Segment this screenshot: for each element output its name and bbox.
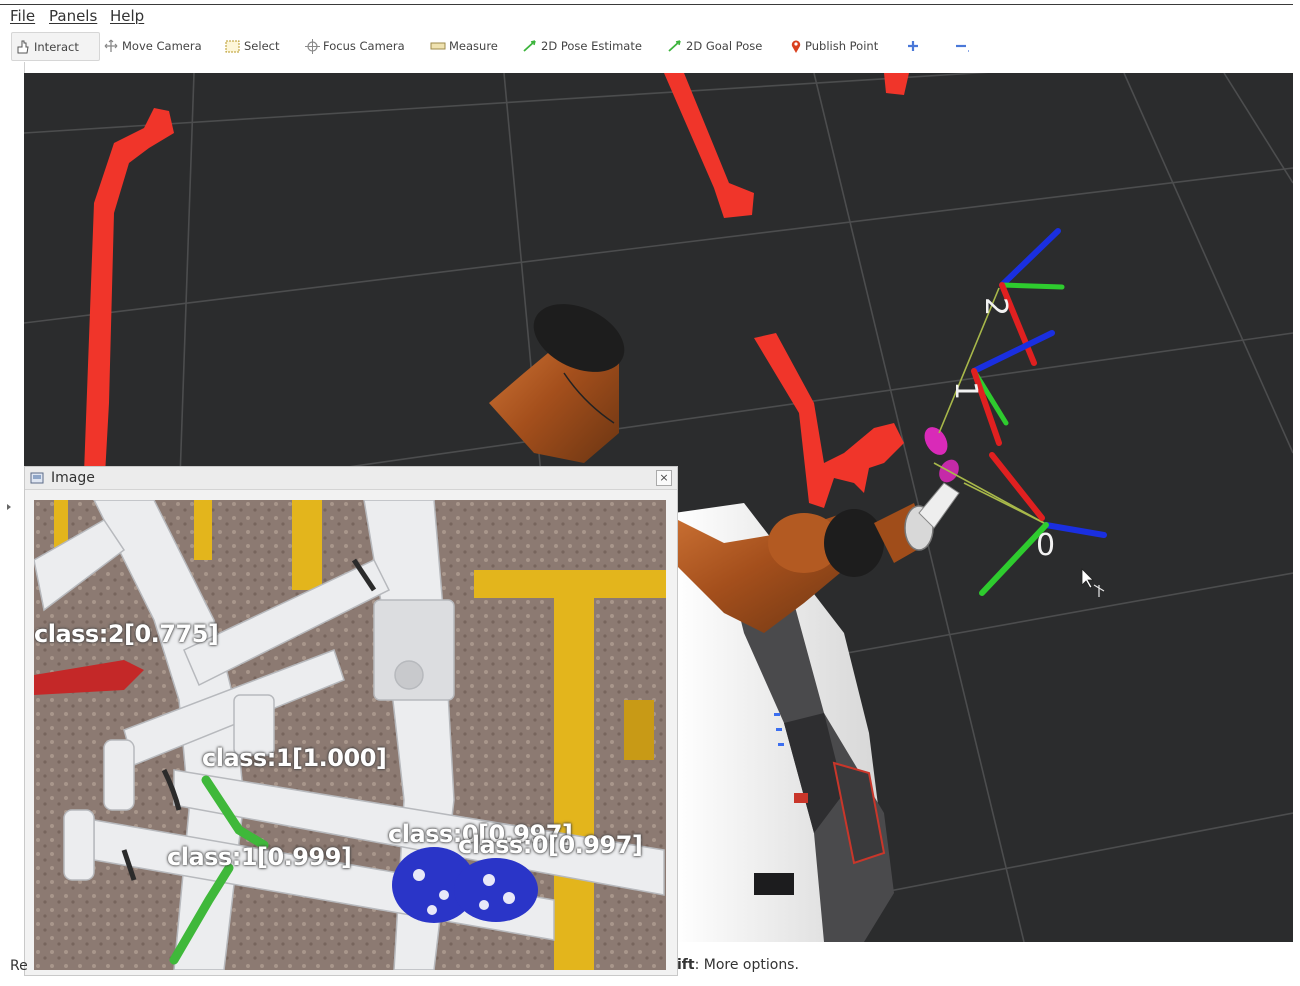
detection-label: class:1[0.999] [167, 843, 352, 871]
status-hint: ift: More options. [677, 957, 799, 973]
move-camera-button[interactable]: Move Camera [103, 37, 202, 55]
image-panel-title: Image [51, 470, 95, 486]
focus-camera-label: Focus Camera [323, 39, 405, 53]
map-pin-icon [791, 40, 801, 53]
collapse-arrow-icon[interactable] [5, 502, 13, 512]
toolbar: Interact Move Camera Select Focus Camera… [0, 30, 1300, 62]
status-left-text: Re [10, 958, 28, 974]
menu-file[interactable]: File [10, 7, 35, 25]
frame-label-2: 2 [978, 297, 1013, 316]
pose-estimate-label: 2D Pose Estimate [541, 39, 642, 53]
plus-icon [908, 41, 918, 51]
camera-frame-svg [34, 500, 666, 970]
detection-label: class:0[0.997] [458, 831, 643, 859]
detection-label: class:2[0.775] [34, 620, 219, 648]
select-rect-icon [225, 40, 240, 52]
image-panel-titlebar[interactable]: Image × [25, 467, 677, 490]
image-panel: Image × class:2[0.775] class:1[1.000] cl… [24, 466, 678, 976]
publish-point-button[interactable]: Publish Point [790, 37, 878, 55]
image-window-icon [30, 472, 44, 484]
remove-tool-button[interactable] [954, 37, 973, 55]
image-panel-close-button[interactable]: × [656, 470, 672, 486]
goal-pose-button[interactable]: 2D Goal Pose [667, 37, 762, 55]
menu-help[interactable]: Help [110, 7, 144, 25]
status-hint-text: : More options. [694, 957, 799, 973]
hand-icon [17, 40, 29, 53]
green-arrow-icon [668, 40, 681, 52]
move-arrows-icon [104, 39, 118, 52]
interact-label: Interact [34, 39, 79, 54]
menubar: File Panels Help [0, 5, 1300, 27]
goal-pose-label: 2D Goal Pose [686, 39, 763, 53]
focus-camera-button[interactable]: Focus Camera [305, 37, 405, 55]
camera-image: class:2[0.775] class:1[1.000] class:1[0.… [34, 500, 666, 970]
minus-icon [956, 44, 969, 52]
crosshair-icon [305, 38, 320, 54]
add-tool-button[interactable] [906, 37, 923, 55]
interact-tool-button[interactable]: Interact [11, 32, 100, 61]
mouse-cursor [1081, 568, 1105, 597]
ruler-icon [430, 42, 446, 50]
select-label: Select [244, 39, 280, 53]
left-dock-strip [0, 62, 25, 962]
menu-panels[interactable]: Panels [49, 7, 97, 25]
laser-obstacles [84, 73, 909, 508]
frame-label-0: 0 [1036, 528, 1055, 563]
green-arrow-icon [523, 40, 536, 52]
status-hint-key: ift [677, 957, 695, 973]
measure-button[interactable]: Measure [430, 37, 498, 55]
move-camera-label: Move Camera [122, 39, 202, 53]
pose-estimate-button[interactable]: 2D Pose Estimate [522, 37, 642, 55]
frame-label-1: 1 [948, 381, 983, 400]
select-tool-button[interactable]: Select [225, 37, 279, 55]
measure-label: Measure [449, 39, 498, 53]
status-bar: Re ift: More options. [0, 952, 1300, 982]
publish-point-label: Publish Point [805, 39, 879, 53]
detection-label: class:1[1.000] [202, 744, 387, 772]
